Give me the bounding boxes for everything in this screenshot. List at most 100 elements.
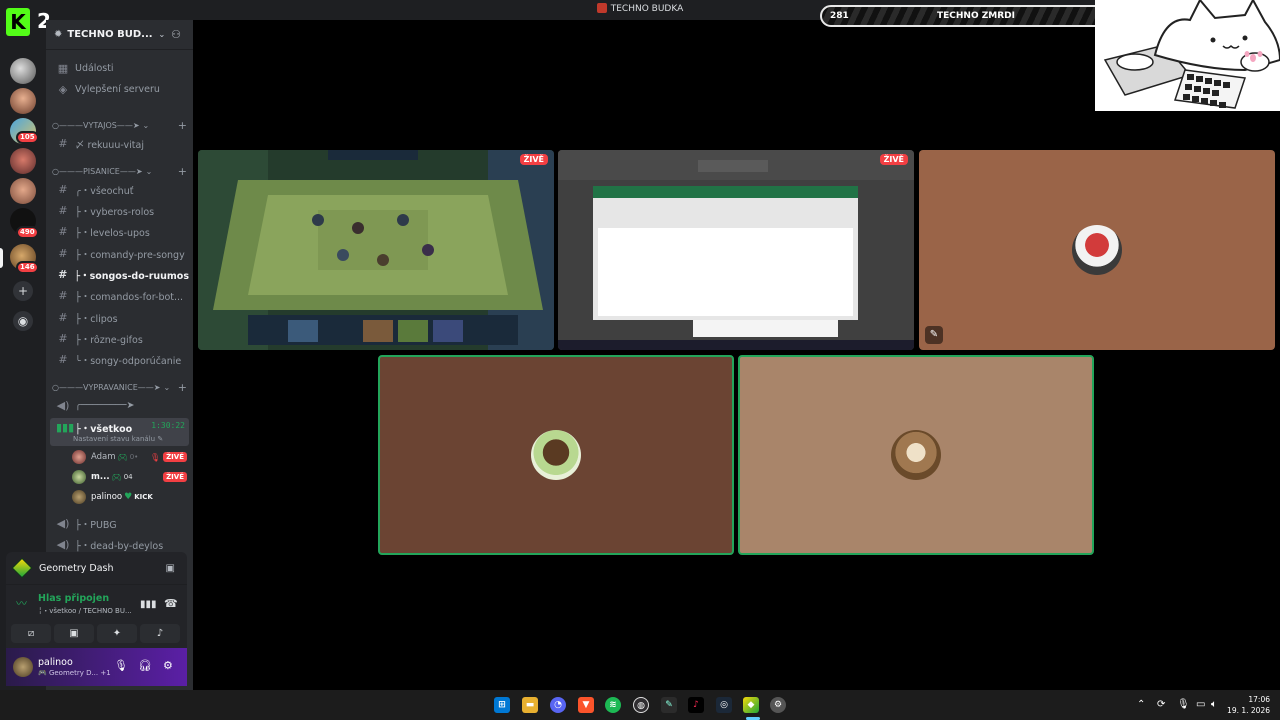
voice-channel-spacer[interactable]: ◀) ╭────────➤ — [50, 396, 189, 415]
windows-taskbar: ⊞ ▬ ◔ ▼ ≋ ◍ ✎ ♪ ◎ ◆ ⚙ ⌃ ⟳ 🎙︎ ▭ 🔈︎ 17:06 … — [0, 690, 1280, 720]
kick-logo-icon: K — [6, 8, 30, 36]
speaker-icon: ◀) — [56, 399, 70, 412]
voice-timer: 1:30:22 — [151, 421, 185, 430]
stream-game-icon[interactable]: ▣ — [166, 563, 175, 574]
activity-icon: ✎ — [925, 326, 943, 344]
channel-clipos[interactable]: # ├・clipos — [50, 308, 189, 327]
server-icon-5[interactable] — [10, 178, 36, 204]
voice-user-adam[interactable]: Adam 🎮︎ 0• 🎙︎ ŽIVĚ — [72, 448, 187, 466]
participant-avatar — [1072, 225, 1122, 275]
avatar[interactable] — [13, 657, 33, 677]
live-badge: ŽIVĚ — [879, 154, 908, 165]
geometry-dash-icon[interactable]: ◆ — [743, 697, 759, 713]
discord-icon[interactable]: ◔ — [550, 697, 566, 713]
channel-levelos-upos[interactable]: # ├・levelos-upos — [50, 222, 189, 241]
tray-display-icon[interactable]: ▭ — [1196, 699, 1205, 710]
tray-sync-icon[interactable]: ⟳ — [1157, 699, 1165, 710]
brave-icon[interactable]: ▼ — [578, 697, 594, 713]
tray-volume-icon[interactable]: 🔈︎ — [1211, 699, 1217, 710]
server-icon-2[interactable] — [10, 88, 36, 114]
spotify-icon[interactable]: ≋ — [605, 697, 621, 713]
server-header[interactable]: ✹ TECHNO BUD... ⌄ ⚇ — [46, 20, 193, 50]
cat-illustration — [1095, 0, 1280, 111]
discord-window: TECHNO BUDKA ▭ — □ ✕ 281 TECHNO ZMRDI 30… — [0, 0, 1280, 720]
headphones-icon[interactable]: 🎧︎ — [138, 659, 152, 672]
gear-icon[interactable]: ⚙ — [163, 659, 173, 672]
discover-icon[interactable]: ◉ — [13, 311, 33, 331]
activities-icon[interactable]: ✦ — [97, 624, 137, 643]
voice-user-m[interactable]: m... 🎮︎ 04 ŽIVĚ — [72, 468, 187, 486]
participant-tile-1[interactable]: ✎ — [919, 150, 1275, 350]
stream-tile-tft[interactable]: ŽIVĚ — [198, 150, 554, 350]
live-badge: ŽIVĚ — [163, 472, 187, 482]
channel-rekuuu-vitaj[interactable]: # 〆 rekuuu-vitaj — [50, 134, 189, 153]
notepad-icon[interactable]: ✎ — [661, 697, 677, 713]
hash-icon: # — [58, 268, 68, 281]
category-pisanice[interactable]: ○———PISANICE——➤ ⌄ + — [52, 164, 187, 178]
participant-tile-speaking-2[interactable] — [738, 355, 1094, 555]
microphone-icon[interactable]: 🎙︎ — [114, 659, 128, 672]
voice-status[interactable]: Hlas připojen — [38, 593, 109, 604]
camera-off-icon[interactable]: ⧄ — [11, 624, 51, 643]
chevron-down-icon: ⌄ — [145, 166, 153, 176]
voice-channel-path[interactable]: ╎・všetkoo / TECHNO BU... — [38, 606, 132, 616]
steam-icon[interactable]: ◎ — [716, 697, 732, 713]
screen-share-icon[interactable]: ▣ — [54, 624, 94, 643]
clock-date: 19. 1. 2026 — [1227, 706, 1270, 715]
windows-icon[interactable]: ⊞ — [494, 697, 510, 713]
voice-user-palinoo[interactable]: palinoo ♥ KICK — [72, 488, 187, 506]
heart-icon: ♥ — [124, 492, 133, 502]
unread-badge: 490 — [16, 226, 39, 239]
tiktok-icon[interactable]: ♪ — [688, 697, 704, 713]
soundboard-icon[interactable]: ♪ — [140, 624, 180, 643]
channel-rozne-gifos[interactable]: # ├・rôzne-gifos — [50, 329, 189, 348]
speaker-icon: ◀) — [56, 517, 70, 530]
channel-vseochut[interactable]: # ╭・všeochuť — [50, 180, 189, 199]
avatar — [72, 470, 86, 484]
server-icon-4[interactable] — [10, 148, 36, 174]
add-server-icon[interactable]: + — [13, 281, 33, 301]
add-channel-icon[interactable]: + — [178, 381, 187, 394]
server-icon-1[interactable] — [10, 58, 36, 84]
bongo-cat-overlay — [1095, 0, 1280, 111]
channel-songos-do-ruumos[interactable]: # ├・songos-do-ruumos — [50, 265, 189, 284]
mute-icon: 🎙︎ — [149, 452, 161, 462]
category-vypravanice[interactable]: ○———VYPRAVANICE——➤ ⌄ + — [52, 380, 187, 394]
clock-time: 17:06 — [1248, 695, 1270, 704]
channel-vyberos-rolos[interactable]: # ├・vyberos-rolos — [50, 201, 189, 220]
voice-activity-icon: ▮▮▮ — [56, 421, 75, 434]
add-channel-icon[interactable]: + — [178, 165, 187, 178]
tray-overflow-icon[interactable]: ⌃ — [1137, 699, 1145, 710]
system-clock[interactable]: 17:06 19. 1. 2026 — [1227, 694, 1270, 716]
channel-comandos-for-bot[interactable]: # ├・comandos-for-bot... — [50, 286, 189, 305]
participant-tile-speaking-1[interactable] — [378, 355, 734, 555]
channel-status[interactable]: Nastavení stavu kanálu ✎ — [73, 435, 163, 443]
avatar — [72, 450, 86, 464]
game-stream-preview — [198, 150, 554, 350]
geometry-dash-icon — [11, 557, 33, 579]
category-vytajos[interactable]: ○———VYTAJOS——➤ ⌄ + — [52, 118, 187, 132]
participant-avatar — [531, 430, 581, 480]
add-channel-icon[interactable]: + — [178, 119, 187, 132]
events-item[interactable]: ▦ Události — [50, 59, 189, 78]
disconnect-icon[interactable]: ☎ — [164, 597, 178, 610]
channel-songy-odporucanie[interactable]: # ╰・songy-odporúčanie — [50, 350, 189, 369]
obs-icon[interactable]: ◍ — [633, 697, 649, 713]
activity-panel[interactable]: Geometry Dash ▣ — [6, 552, 187, 584]
server-name: TECHNO BUD... — [67, 29, 153, 40]
channel-comandy-pre-songy[interactable]: # ├・comandy-pre-songy — [50, 244, 189, 263]
active-server-pill — [0, 248, 3, 268]
username[interactable]: palinoo — [38, 657, 73, 668]
hash-icon: # — [58, 225, 68, 238]
server-boost-item[interactable]: ◈ Vylepšení serveru — [50, 80, 189, 99]
goal-current: 281 — [830, 11, 849, 21]
stream-tile-excel[interactable]: ŽIVĚ — [558, 150, 914, 350]
file-explorer-icon[interactable]: ▬ — [522, 697, 538, 713]
tray-mic-icon[interactable]: 🎙︎ — [1177, 699, 1190, 710]
noise-suppression-icon[interactable]: ▮▮▮ — [140, 599, 157, 610]
voice-channel-pubg[interactable]: ◀) ├・PUBG — [50, 514, 189, 533]
invite-people-icon[interactable]: ⚇ — [171, 28, 181, 41]
settings-icon[interactable]: ⚙ — [770, 697, 786, 713]
signal-icon[interactable]: 〰 — [16, 595, 27, 611]
user-activity: 🎮 Geometry D... +1 — [38, 669, 111, 677]
